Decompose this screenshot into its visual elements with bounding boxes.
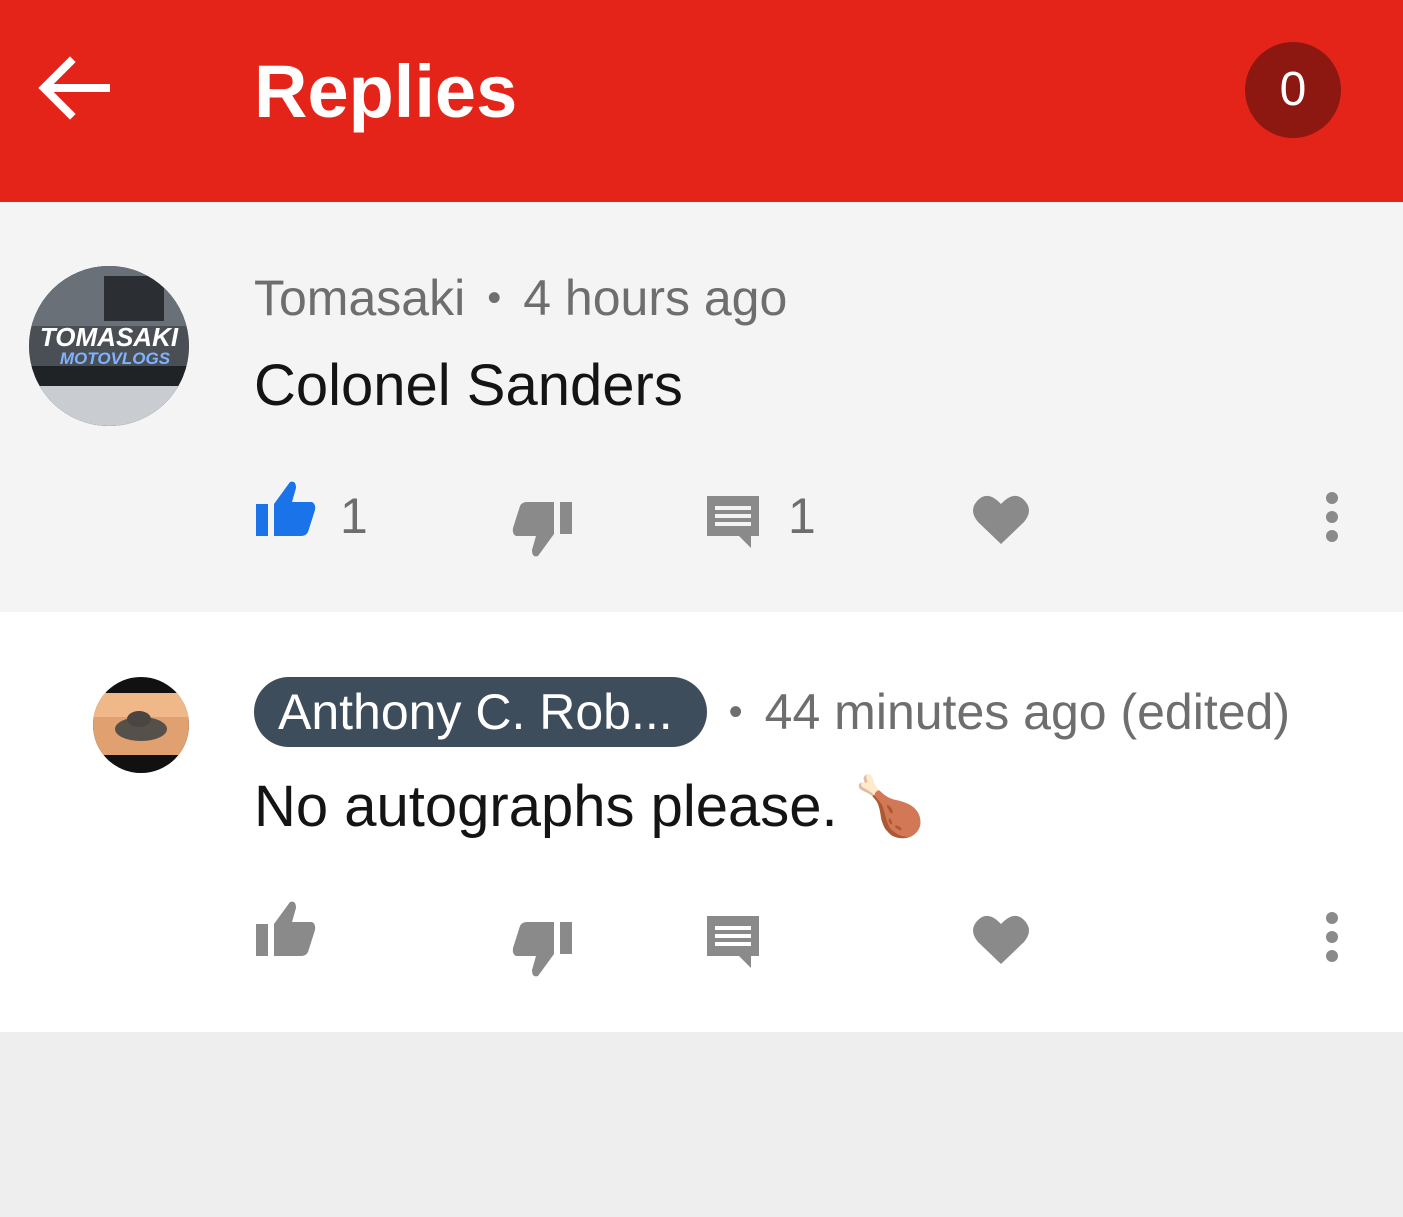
heart-button[interactable] xyxy=(972,492,1030,546)
avatar[interactable]: TOMASAKI MOTOVLOGS xyxy=(29,266,189,426)
comment-meta: Tomasaki • 4 hours ago xyxy=(254,268,787,328)
comment-icon xyxy=(707,496,759,548)
more-options-button[interactable] xyxy=(1316,492,1348,544)
author-name[interactable]: Tomasaki xyxy=(254,269,465,327)
reply-button[interactable] xyxy=(705,494,763,550)
like-button[interactable] xyxy=(254,478,318,540)
comment-text-content: No autographs please. xyxy=(254,774,838,839)
comment-icon xyxy=(707,916,759,968)
avatar-image: TOMASAKI MOTOVLOGS xyxy=(29,266,189,426)
meta-separator: • xyxy=(487,275,502,320)
notification-count-badge[interactable]: 0 xyxy=(1245,42,1341,138)
comment-text: No autographs please. 🍗 xyxy=(254,772,926,841)
meta-separator: • xyxy=(728,689,743,734)
author-name-chip[interactable]: Anthony C. Rob... xyxy=(254,677,707,747)
more-vert-icon xyxy=(1326,912,1338,962)
reply-count: 1 xyxy=(788,488,816,544)
dislike-button[interactable] xyxy=(510,918,574,980)
arrow-left-icon xyxy=(38,56,110,120)
page-title: Replies xyxy=(254,50,518,133)
timestamp: 4 hours ago xyxy=(523,270,788,326)
comment-item: Anthony C. Rob... • 44 minutes ago (edit… xyxy=(0,612,1403,1032)
chicken-leg-emoji: 🍗 xyxy=(853,772,926,840)
thumb-down-icon xyxy=(512,922,572,977)
like-button[interactable] xyxy=(254,898,318,960)
more-vert-icon xyxy=(1326,492,1338,542)
app-bar: Replies 0 xyxy=(0,0,1403,202)
svg-text:MOTOVLOGS: MOTOVLOGS xyxy=(60,349,171,368)
avatar-image xyxy=(93,677,189,773)
thumb-down-icon xyxy=(512,502,572,557)
like-count: 1 xyxy=(340,488,368,544)
avatar[interactable] xyxy=(93,677,189,773)
comment-item: TOMASAKI MOTOVLOGS Tomasaki • 4 hours ag… xyxy=(0,202,1403,612)
reply-button[interactable] xyxy=(705,914,763,970)
thumb-up-icon xyxy=(256,481,316,536)
thumb-up-icon xyxy=(256,901,316,956)
back-button[interactable] xyxy=(30,50,120,130)
timestamp: 44 minutes ago (edited) xyxy=(764,684,1290,740)
heart-icon xyxy=(973,495,1029,544)
heart-icon xyxy=(973,915,1029,964)
comment-text: Colonel Sanders xyxy=(254,353,683,418)
svg-text:TOMASAKI: TOMASAKI xyxy=(40,322,179,352)
dislike-button[interactable] xyxy=(510,498,574,560)
heart-button[interactable] xyxy=(972,912,1030,966)
comment-meta: Anthony C. Rob... • 44 minutes ago (edit… xyxy=(254,677,1290,747)
more-options-button[interactable] xyxy=(1316,912,1348,964)
